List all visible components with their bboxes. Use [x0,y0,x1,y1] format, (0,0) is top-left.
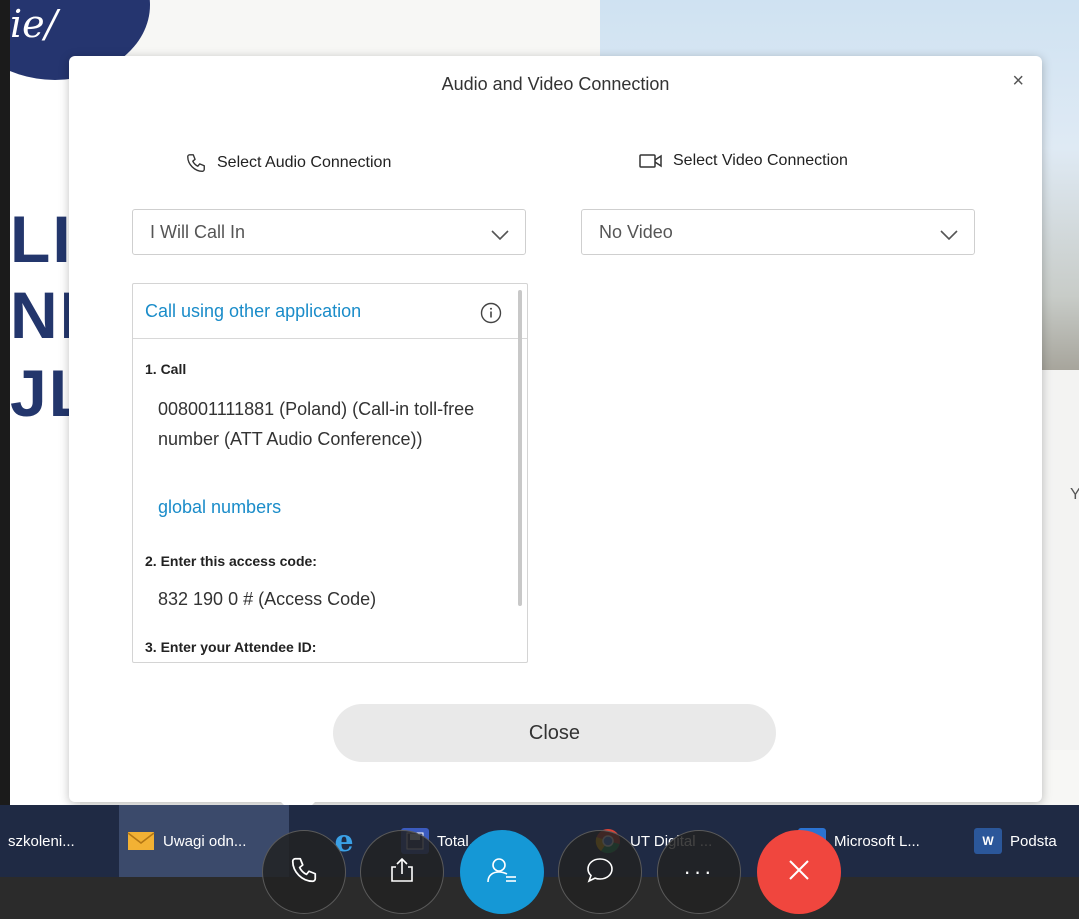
info-icon[interactable] [480,302,502,329]
step-2-label: 2. Enter this access code: [145,553,317,569]
chat-button[interactable] [558,830,642,914]
chevron-down-icon [940,225,958,246]
chevron-down-icon [491,225,509,246]
audio-heading: Select Audio Connection [185,152,391,174]
taskbar-item-label: Microsoft L... [834,832,920,850]
mail-icon [127,828,155,854]
video-connection-select[interactable]: No Video [581,209,975,255]
phone-icon [289,855,319,890]
logo-text: ie/ [10,2,58,46]
more-options-icon: ··· [683,859,715,884]
step-1-label: 1. Call [145,361,187,377]
background-edge-letter: Y [1070,486,1079,503]
more-options-button[interactable]: ··· [657,830,741,914]
taskbar-item-label: Uwagi odn... [163,832,247,850]
audio-select-value: I Will Call In [150,221,246,242]
call-in-panel-header: Call using other application [133,284,527,339]
close-icon [785,856,813,889]
chat-icon [585,855,615,890]
word-icon: W [974,828,1002,854]
step-3-label: 3. Enter your Attendee ID: [145,639,317,655]
audio-connection-select[interactable]: I Will Call In [132,209,526,255]
dialog-title: Audio and Video Connection [441,74,670,94]
audio-video-dialog: Audio and Video Connection × Select Audi… [69,56,1042,802]
call-other-app-link[interactable]: Call using other application [145,301,361,322]
taskbar-item-szkolenia[interactable]: szkoleni... [0,805,113,877]
phone-icon [185,152,207,174]
screen-edge [0,0,10,919]
participants-icon [485,855,519,890]
taskbar-item-label: Podsta [1010,832,1057,850]
close-icon[interactable]: × [1012,70,1024,93]
audio-heading-label: Select Audio Connection [217,154,392,171]
audio-button[interactable] [262,830,346,914]
call-in-panel: Call using other application 1. Call 008… [132,283,528,663]
background-text-line-1: LI [10,202,73,276]
camera-icon [639,152,663,170]
end-meeting-button[interactable] [757,830,841,914]
taskbar-item-word[interactable]: W Podsta [966,805,1079,877]
share-icon [387,855,417,890]
access-code-text: 832 190 0 # (Access Code) [158,589,377,609]
participants-button[interactable] [460,830,544,914]
global-numbers-link[interactable]: global numbers [158,497,281,518]
panel-scrollbar[interactable] [518,290,522,606]
video-heading: Select Video Connection [639,152,848,170]
video-select-value: No Video [599,221,673,242]
call-in-number-text: 008001111881 (Poland) (Call-in toll-free… [158,399,475,449]
close-button[interactable]: Close [333,704,776,762]
share-button[interactable] [360,830,444,914]
background-strip [1040,370,1079,750]
video-heading-label: Select Video Connection [673,152,848,169]
taskbar-item-label: szkoleni... [8,832,75,850]
